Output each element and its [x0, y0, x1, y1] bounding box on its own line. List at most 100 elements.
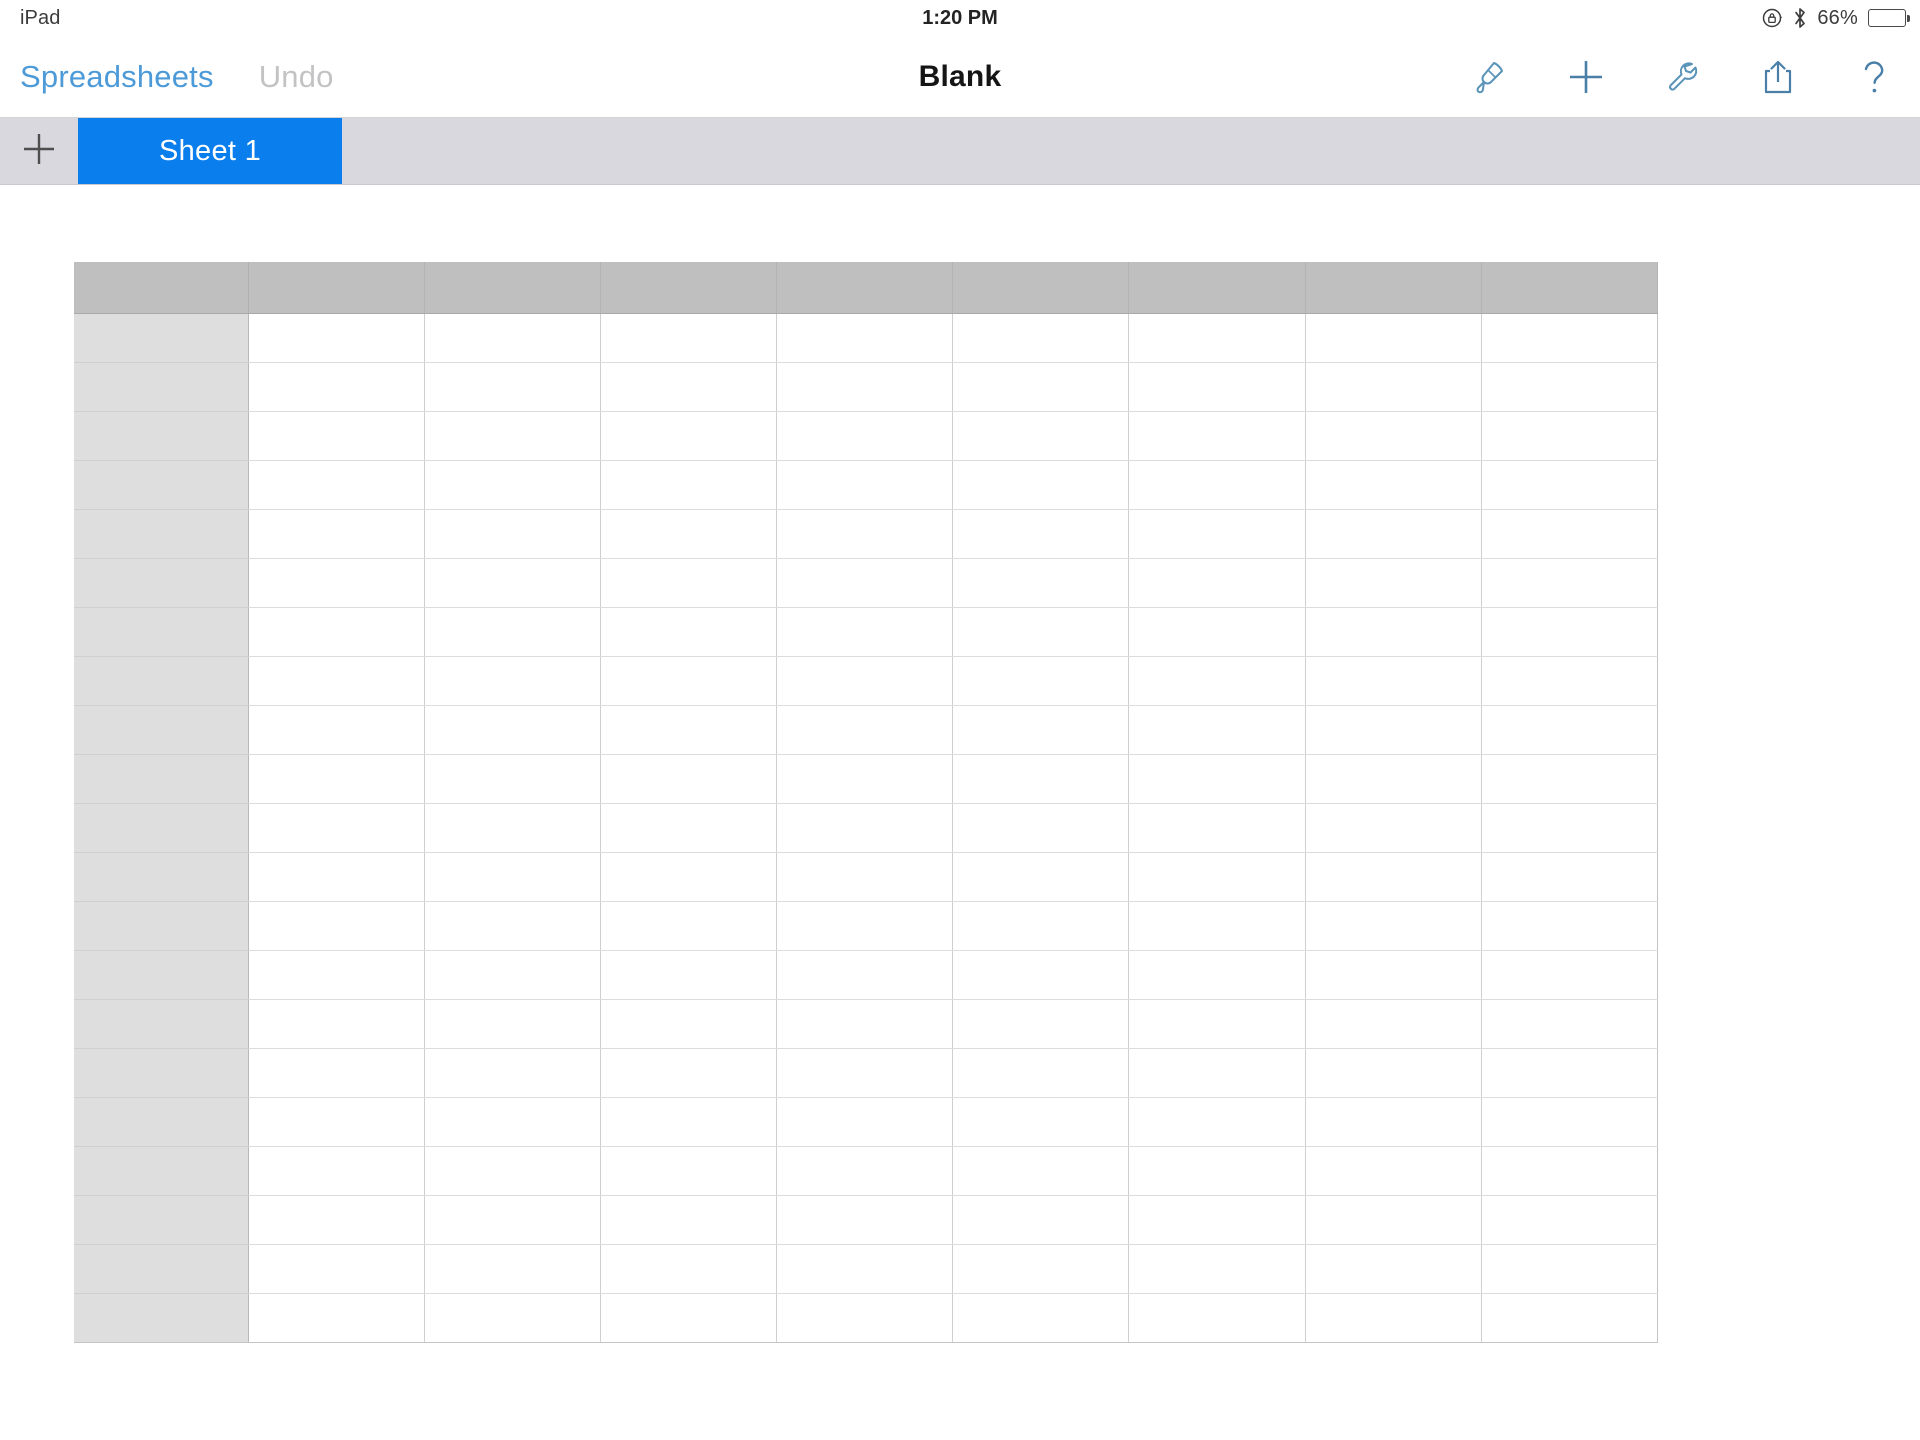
table-cell[interactable] — [1305, 1048, 1482, 1098]
table-cell[interactable] — [1305, 1146, 1482, 1196]
table-cell[interactable] — [248, 999, 425, 1049]
row-header-cell[interactable] — [74, 754, 249, 804]
table-cell[interactable] — [1305, 509, 1482, 559]
table-cell[interactable] — [248, 607, 425, 657]
table-cell[interactable] — [1128, 705, 1306, 755]
table-cell[interactable] — [952, 1195, 1130, 1245]
table-cell[interactable] — [1128, 852, 1306, 902]
table-cell[interactable] — [952, 754, 1130, 804]
table-cell[interactable] — [952, 1146, 1130, 1196]
table-cell[interactable] — [1128, 460, 1306, 510]
table-cell[interactable] — [424, 313, 601, 363]
table-container[interactable] — [74, 262, 1659, 1343]
insert-plus-icon[interactable] — [1564, 55, 1608, 99]
table-cell[interactable] — [248, 313, 425, 363]
table-cell[interactable] — [1481, 656, 1659, 706]
table-cell[interactable] — [1128, 607, 1306, 657]
table-cell[interactable] — [600, 362, 778, 412]
column-header-cell[interactable] — [248, 262, 425, 314]
table-cell[interactable] — [600, 1048, 778, 1098]
sheet-tab-sheet-1[interactable]: Sheet 1 — [78, 118, 342, 184]
table-cell[interactable] — [1481, 852, 1659, 902]
table-cell[interactable] — [1305, 362, 1482, 412]
table-cell[interactable] — [600, 950, 778, 1000]
row-header-cell[interactable] — [74, 852, 249, 902]
row-header-cell[interactable] — [74, 1048, 249, 1098]
table-cell[interactable] — [776, 705, 954, 755]
table-cell[interactable] — [1305, 950, 1482, 1000]
table-cell[interactable] — [248, 705, 425, 755]
table-cell[interactable] — [776, 950, 954, 1000]
table-cell[interactable] — [600, 901, 778, 951]
table-cell[interactable] — [1305, 558, 1482, 608]
table-cell[interactable] — [776, 1195, 954, 1245]
row-header-cell[interactable] — [74, 1244, 249, 1294]
row-header-cell[interactable] — [74, 901, 249, 951]
table-cell[interactable] — [1128, 1146, 1306, 1196]
column-header-cell[interactable] — [424, 262, 601, 314]
table-cell[interactable] — [1481, 705, 1659, 755]
table-cell[interactable] — [600, 1293, 778, 1343]
table-cell[interactable] — [600, 411, 778, 461]
table-cell[interactable] — [424, 411, 601, 461]
table-cell[interactable] — [248, 558, 425, 608]
row-header-cell[interactable] — [74, 1146, 249, 1196]
table-cell[interactable] — [248, 950, 425, 1000]
table-cell[interactable] — [248, 656, 425, 706]
table-cell[interactable] — [1128, 558, 1306, 608]
table-cell[interactable] — [248, 1146, 425, 1196]
table-cell[interactable] — [1305, 705, 1482, 755]
table-cell[interactable] — [1305, 313, 1482, 363]
table-cell[interactable] — [776, 460, 954, 510]
table-cell[interactable] — [248, 460, 425, 510]
table-cell[interactable] — [1305, 1097, 1482, 1147]
table-cell[interactable] — [1128, 313, 1306, 363]
table-cell[interactable] — [1128, 1293, 1306, 1343]
column-header-cell[interactable] — [776, 262, 954, 314]
table-cell[interactable] — [248, 1293, 425, 1343]
table-cell[interactable] — [952, 705, 1130, 755]
table-cell[interactable] — [600, 803, 778, 853]
table-cell[interactable] — [600, 607, 778, 657]
table-cell[interactable] — [1481, 362, 1659, 412]
table-cell[interactable] — [952, 558, 1130, 608]
table-cell[interactable] — [424, 607, 601, 657]
column-header-cell[interactable] — [1481, 262, 1659, 314]
table-cell[interactable] — [600, 1244, 778, 1294]
column-header-row[interactable] — [74, 262, 1659, 314]
column-header-cell[interactable] — [600, 262, 778, 314]
table-cell[interactable] — [1128, 1244, 1306, 1294]
row-header-cell[interactable] — [74, 362, 249, 412]
table-cell[interactable] — [952, 362, 1130, 412]
table-cell[interactable] — [1128, 803, 1306, 853]
table-cell[interactable] — [424, 705, 601, 755]
table-cell[interactable] — [424, 950, 601, 1000]
table-cell[interactable] — [1481, 558, 1659, 608]
column-header-cell[interactable] — [952, 262, 1130, 314]
table-cell[interactable] — [1305, 754, 1482, 804]
row-header-cell[interactable] — [74, 607, 249, 657]
row-header-cell[interactable] — [74, 656, 249, 706]
table-cell[interactable] — [1481, 1195, 1659, 1245]
table-cell[interactable] — [248, 1097, 425, 1147]
spreadsheet-canvas[interactable] — [0, 185, 1920, 1440]
table-cell[interactable] — [776, 1146, 954, 1196]
table-cell[interactable] — [424, 1146, 601, 1196]
table-cell[interactable] — [600, 656, 778, 706]
add-sheet-button[interactable] — [0, 118, 78, 184]
table-cell[interactable] — [952, 950, 1130, 1000]
table-cell[interactable] — [1481, 460, 1659, 510]
table-cell[interactable] — [776, 1097, 954, 1147]
table-cell[interactable] — [776, 1048, 954, 1098]
row-header-cell[interactable] — [74, 460, 249, 510]
table-cell[interactable] — [952, 852, 1130, 902]
table-cell[interactable] — [952, 1097, 1130, 1147]
table-cell[interactable] — [1128, 950, 1306, 1000]
row-header-cell[interactable] — [74, 1195, 249, 1245]
table-cell[interactable] — [1481, 803, 1659, 853]
table-cell[interactable] — [1305, 656, 1482, 706]
column-header-cell[interactable] — [1305, 262, 1482, 314]
table-cell[interactable] — [1305, 411, 1482, 461]
table-cell[interactable] — [600, 558, 778, 608]
table-cell[interactable] — [952, 656, 1130, 706]
